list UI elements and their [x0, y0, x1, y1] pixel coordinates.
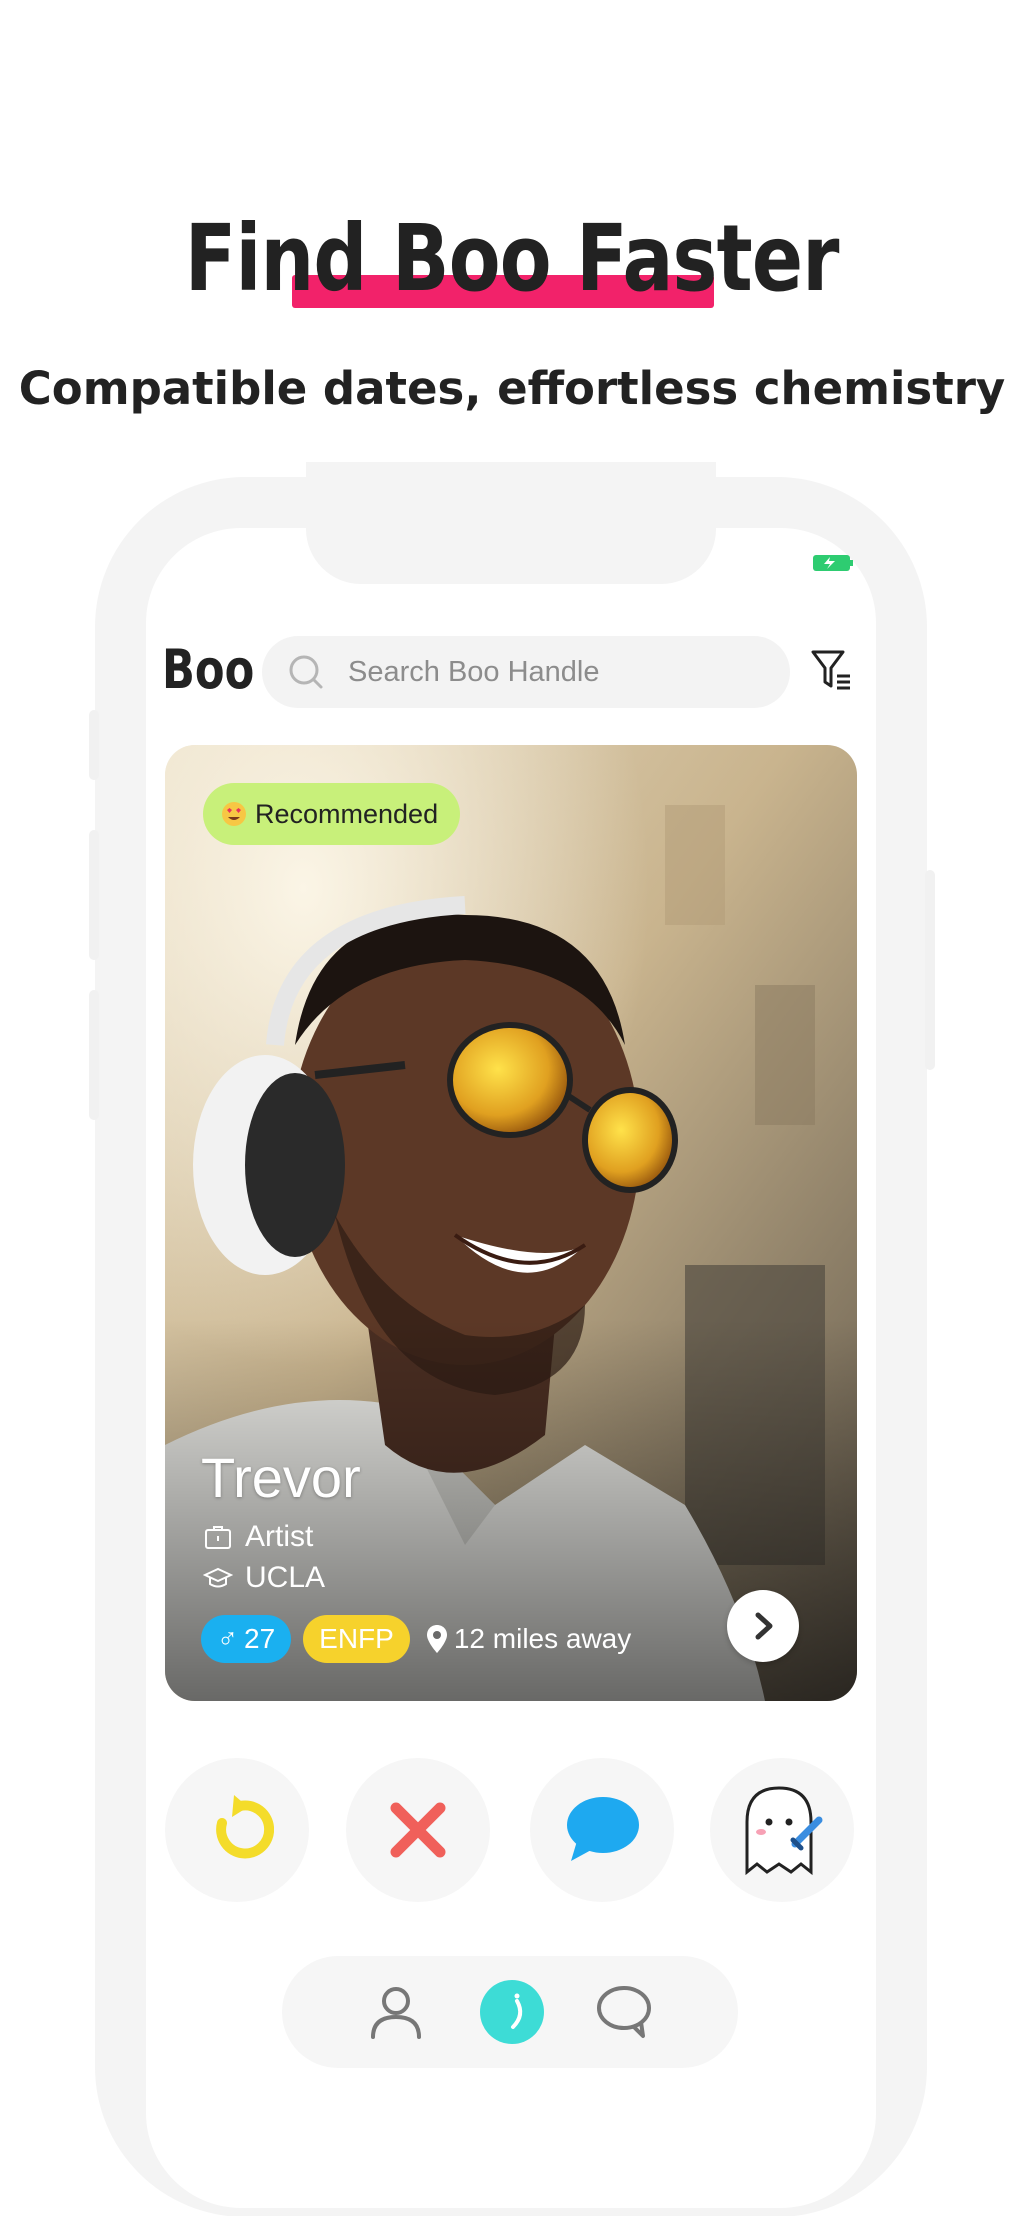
distance-label: 12 miles away	[453, 1623, 632, 1654]
filter-icon[interactable]	[810, 648, 854, 694]
graduation-cap-icon	[203, 1567, 233, 1588]
school-row: UCLA	[203, 1561, 325, 1595]
ghost-icon	[745, 1786, 823, 1876]
heart-eyes-emoji-icon	[222, 802, 246, 826]
pass-button[interactable]	[346, 1758, 490, 1902]
age-chip: ♂ 27	[201, 1615, 292, 1663]
subtitle: Compatible dates, effortless chemistry	[18, 362, 1006, 415]
profile-name: Trevor	[201, 1446, 361, 1509]
search-input[interactable]	[348, 636, 768, 708]
nav-home[interactable]	[472, 1972, 552, 2052]
chat-bubble-icon	[567, 1797, 639, 1861]
phone-side-button	[89, 990, 99, 1120]
phone-side-button	[89, 830, 99, 960]
location-pin-icon	[426, 1625, 447, 1653]
undo-arrow-icon	[216, 1795, 274, 1859]
phone-side-button	[89, 710, 99, 780]
x-icon	[390, 1802, 446, 1858]
person-icon	[371, 1987, 421, 2039]
mbti-chip: ENFP	[303, 1615, 410, 1663]
chevron-right-icon	[755, 1612, 773, 1640]
super-like-button[interactable]	[710, 1758, 854, 1902]
search-icon	[289, 655, 323, 689]
phone-side-button	[925, 870, 935, 1070]
nav-profile[interactable]	[356, 1972, 436, 2052]
school-label: UCLA	[245, 1561, 326, 1594]
search-bar[interactable]	[262, 636, 790, 708]
app-logo[interactable]: Boo	[162, 638, 254, 701]
distance-info: 12 miles away	[426, 1623, 631, 1655]
rewind-button[interactable]	[165, 1758, 309, 1902]
nav-messages[interactable]	[584, 1972, 664, 2052]
bottom-nav-bar	[282, 1956, 738, 2068]
battery-icon	[813, 555, 853, 571]
next-profile-button[interactable]	[727, 1590, 799, 1662]
boo-home-icon	[480, 1980, 544, 2044]
profile-tags: ♂ 27 ENFP 12 miles away	[201, 1615, 631, 1663]
recommended-label: Recommended	[255, 798, 439, 829]
headline: Find Boo Faster	[185, 205, 840, 312]
briefcase-icon	[205, 1526, 231, 1549]
occupation-label: Artist	[245, 1520, 314, 1553]
speech-bubble-icon	[597, 1986, 651, 2038]
message-button[interactable]	[530, 1758, 674, 1902]
profile-photo	[165, 745, 857, 1701]
headline-container: Find Boo Faster	[0, 205, 1024, 312]
phone-notch	[306, 462, 716, 584]
age-value: 27	[244, 1623, 276, 1654]
occupation-row: Artist	[203, 1520, 313, 1554]
profile-card[interactable]: Recommended Trevor Artist UCLA ♂ 27 ENFP…	[165, 745, 857, 1701]
male-symbol-icon: ♂	[217, 1623, 238, 1654]
recommended-badge: Recommended	[203, 783, 461, 845]
